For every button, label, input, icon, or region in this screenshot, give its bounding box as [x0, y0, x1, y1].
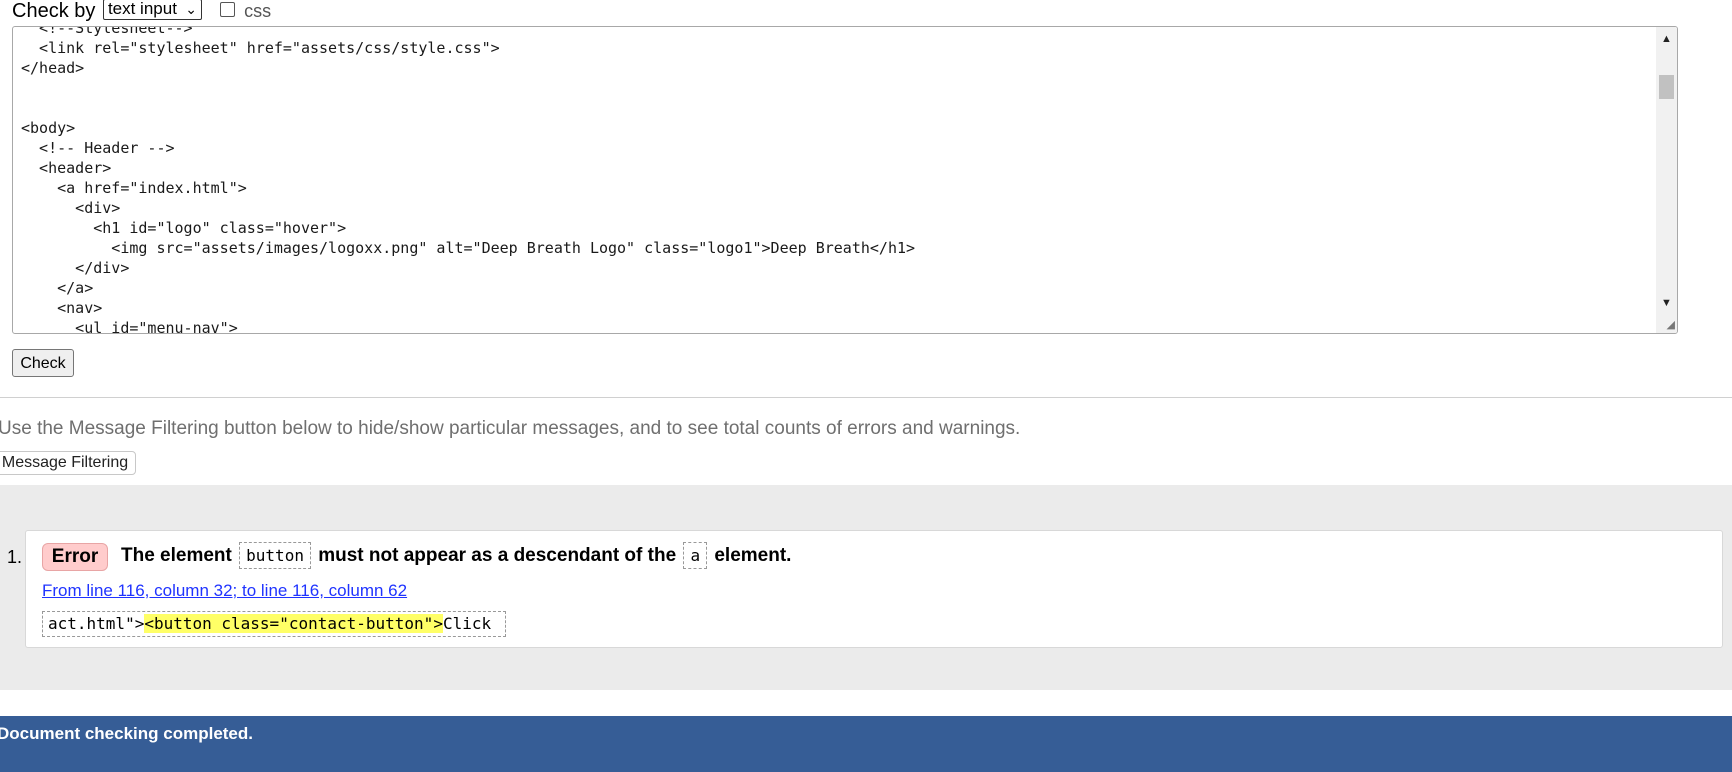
- source-textarea[interactable]: <!--Stylesheet--> <link rel="stylesheet"…: [12, 26, 1678, 334]
- error-badge: Error: [42, 543, 108, 571]
- error-text-part: must not appear as a descendant of the: [318, 545, 677, 566]
- chevron-down-icon: ⌄: [185, 1, 197, 17]
- extract-highlight: <button class="contact-button">: [144, 614, 443, 633]
- resize-handle-icon[interactable]: ◢: [1667, 318, 1675, 331]
- input-mode-select[interactable]: text input ⌄: [102, 0, 202, 20]
- css-checkbox[interactable]: [219, 2, 235, 17]
- check-by-label: Check by: [12, 0, 96, 22]
- filter-hint: Use the Message Filtering button below t…: [0, 418, 1021, 439]
- status-text: Document checking completed.: [0, 724, 253, 743]
- source-code[interactable]: <!--Stylesheet--> <link rel="stylesheet"…: [21, 27, 915, 333]
- check-button[interactable]: Check: [12, 349, 74, 377]
- css-checkbox-label: css: [244, 1, 272, 21]
- status-bar: Document checking completed.: [0, 716, 1732, 772]
- scrollbar-thumb[interactable]: [1659, 75, 1674, 99]
- error-location-link[interactable]: From line 116, column 32; to line 116, c…: [42, 581, 407, 601]
- scroll-down-arrow-icon[interactable]: ▼: [1661, 297, 1672, 309]
- error-message: Error The element button must not appear…: [25, 530, 1723, 648]
- check-by-row: Check by text input ⌄ css: [12, 0, 271, 22]
- message-filtering-button[interactable]: Message Filtering: [0, 451, 136, 475]
- scroll-up-arrow-icon[interactable]: ▲: [1661, 33, 1672, 45]
- results-area: 1. Error The element button must not app…: [0, 485, 1732, 690]
- input-mode-value: text input: [107, 0, 177, 18]
- error-text-part: The element: [121, 545, 232, 566]
- error-text: The element button must not appear as a …: [121, 542, 792, 569]
- element-code: button: [239, 542, 311, 569]
- divider: [0, 397, 1732, 398]
- code-extract: act.html"><button class="contact-button"…: [42, 611, 507, 637]
- message-number: 1.: [7, 547, 23, 567]
- vertical-scrollbar[interactable]: ▲ ▼: [1656, 27, 1677, 333]
- element-code: a: [683, 542, 708, 569]
- extract-after: Click: [442, 614, 492, 633]
- error-text-part: element.: [714, 545, 792, 566]
- extract-before: act.html">: [48, 614, 145, 633]
